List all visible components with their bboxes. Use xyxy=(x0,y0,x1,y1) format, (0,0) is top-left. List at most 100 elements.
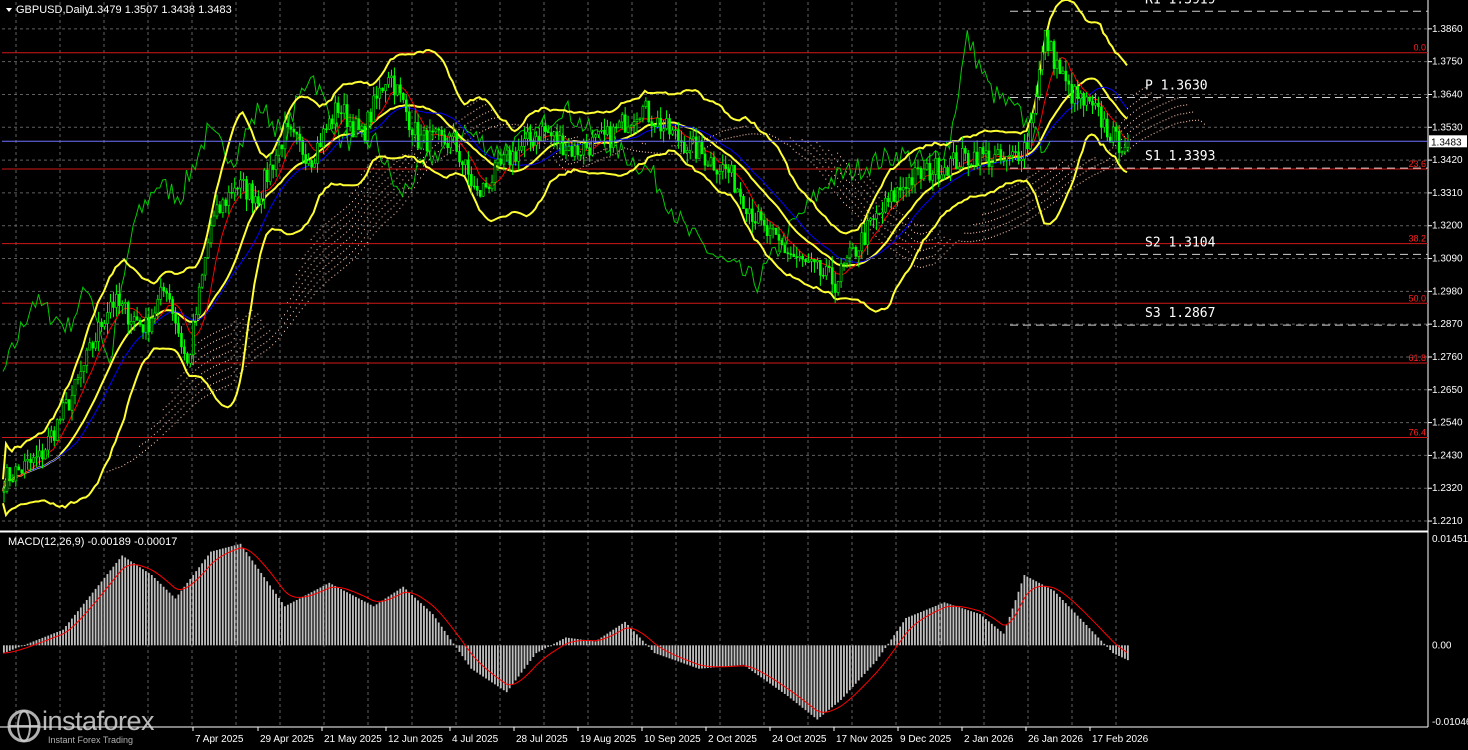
cloud-dot xyxy=(325,281,327,283)
cloud-dot xyxy=(482,113,484,115)
cloud-dot xyxy=(186,385,188,388)
macd-bar xyxy=(458,645,461,652)
cloud-dot xyxy=(1008,188,1010,190)
candle-body xyxy=(464,159,467,165)
cloud-dot xyxy=(801,155,803,158)
candle-body xyxy=(1094,102,1097,106)
macd-bar xyxy=(109,570,112,646)
candle-body xyxy=(801,255,804,260)
candle-body xyxy=(316,142,319,164)
cloud-dot xyxy=(349,237,351,239)
macd-bar xyxy=(8,645,11,651)
cloud-dot xyxy=(354,189,356,191)
macd-bar xyxy=(375,604,378,646)
cloud-dot xyxy=(1177,105,1179,108)
price-tick-label: 1.3090 xyxy=(1432,254,1463,265)
cloud-dot xyxy=(1156,98,1158,100)
macd-bar xyxy=(884,645,887,649)
cloud-dot xyxy=(233,321,235,323)
cloud-dot xyxy=(360,190,362,192)
candle-body xyxy=(194,314,198,322)
macd-tick-label: 0.01451 xyxy=(1432,534,1468,545)
candle-body xyxy=(413,122,417,136)
cloud-dot xyxy=(1029,218,1031,220)
candle-body xyxy=(736,188,739,193)
cloud-dot xyxy=(257,313,259,315)
cloud-dot xyxy=(982,214,984,216)
cloud-dot xyxy=(269,338,271,340)
cloud-dot xyxy=(1017,225,1019,227)
cloud-dot xyxy=(230,358,232,360)
candle-body xyxy=(121,303,124,306)
cloud-dot xyxy=(402,204,404,206)
cloud-dot xyxy=(990,203,992,205)
cloud-dot xyxy=(1121,138,1123,141)
cloud-dot xyxy=(360,240,362,243)
macd-bar xyxy=(71,618,73,646)
candle-body xyxy=(1011,151,1014,156)
cloud-dot xyxy=(970,241,972,243)
cloud-dot xyxy=(985,229,987,232)
cloud-dot xyxy=(325,256,327,258)
cloud-dot xyxy=(946,241,948,244)
cloud-dot xyxy=(890,231,892,233)
macd-bar xyxy=(260,572,263,646)
candle-body xyxy=(668,118,671,135)
candle-body xyxy=(499,158,503,165)
cloud-dot xyxy=(952,244,954,246)
cloud-dot xyxy=(352,234,354,236)
candle-body xyxy=(345,104,349,128)
cloud-dot xyxy=(284,330,285,332)
cloud-dot xyxy=(236,351,238,353)
cloud-dot xyxy=(570,138,572,140)
cloud-dot xyxy=(902,222,904,224)
cloud-dot xyxy=(328,220,330,223)
cloud-dot xyxy=(854,204,856,206)
macd-bar xyxy=(1097,637,1100,646)
cloud-dot xyxy=(316,282,318,284)
cloud-dot xyxy=(213,366,215,368)
cloud-dot xyxy=(1041,185,1043,187)
cloud-dot xyxy=(1082,180,1084,183)
cloud-dot xyxy=(1026,211,1028,214)
cloud-dot xyxy=(357,227,359,230)
cloud-dot xyxy=(1180,105,1182,107)
cloud-dot xyxy=(325,223,327,225)
cloud-dot xyxy=(467,122,469,124)
candle-body xyxy=(390,75,393,78)
cloud-dot xyxy=(990,220,992,222)
price-chart[interactable]: 0.023.638.250.061.876.4 R1 1.3919P 1.363… xyxy=(0,0,1468,750)
cloud-dot xyxy=(709,136,711,138)
cloud-dot xyxy=(1044,183,1046,185)
cloud-dot xyxy=(1103,169,1105,172)
cloud-dot xyxy=(934,262,936,264)
cloud-dot xyxy=(381,191,383,193)
candle-body xyxy=(274,154,278,170)
cloud-dot xyxy=(544,142,546,145)
cloud-dot xyxy=(899,212,901,214)
cloud-dot xyxy=(204,337,206,340)
cloud-dot xyxy=(1023,213,1025,215)
candle-body xyxy=(301,139,305,155)
cloud-dot xyxy=(523,125,525,128)
cloud-dot xyxy=(1023,197,1025,199)
cloud-dot xyxy=(266,349,268,351)
candle-body xyxy=(209,225,213,244)
cloud-dot xyxy=(772,135,774,137)
cloud-dot xyxy=(1138,90,1140,92)
candle-body xyxy=(685,150,689,153)
candle-body xyxy=(999,149,1003,161)
cloud-dot xyxy=(1005,222,1007,225)
macd-bar xyxy=(857,645,860,681)
candle-body xyxy=(404,99,408,113)
cloud-dot xyxy=(210,334,212,336)
cloud-dot xyxy=(387,202,389,204)
candle-body xyxy=(41,450,44,460)
macd-bar xyxy=(295,600,298,646)
candle-body xyxy=(656,117,659,128)
macd-bar xyxy=(142,569,144,646)
price-tick-label: 1.2980 xyxy=(1432,286,1463,297)
candle-body xyxy=(50,430,53,437)
cloud-dot xyxy=(352,200,354,203)
pivot-label-s1: S1 1.3393 xyxy=(1145,149,1215,164)
